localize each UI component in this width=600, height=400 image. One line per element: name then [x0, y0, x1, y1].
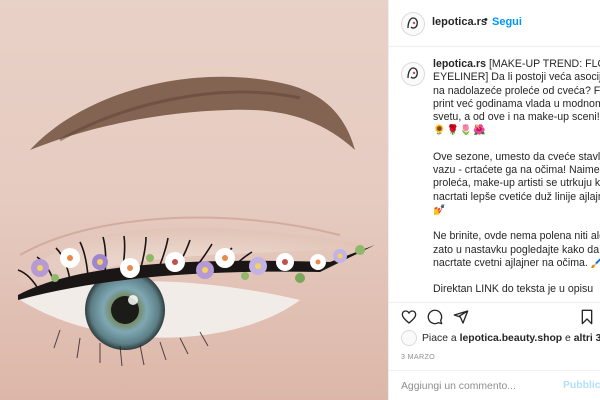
avatar[interactable] [401, 62, 425, 86]
post-date[interactable]: 3 MARZO [401, 352, 435, 361]
likes-middle: e [565, 332, 571, 344]
liker-avatar[interactable] [401, 330, 417, 346]
post-comment-button[interactable]: Pubblica [563, 380, 600, 391]
caption-paragraph: Ove sezone, umesto da cveće stavljate u … [433, 151, 600, 217]
separator-dot: • [484, 14, 488, 26]
caption-paragraph: Ne brinite, ovde nema polena niti alergi… [433, 230, 600, 270]
caption: lepotica.rs [MAKE-UP TREND: FLORAL EYELI… [389, 58, 600, 302]
logo-icon [407, 67, 418, 79]
nail-emoji: 💅 [433, 204, 447, 216]
share-icon[interactable] [453, 309, 469, 325]
instagram-post: lepotica.rs • Segui lepotica.rs [MAKE-UP… [0, 0, 600, 400]
caption-para4: Direktan LINK do teksta je u opisu [433, 283, 594, 296]
post-panel: lepotica.rs • Segui lepotica.rs [MAKE-UP… [388, 0, 600, 400]
caption-para2: Ove sezone, umesto da cveće stavljate u … [433, 150, 600, 203]
post-header: lepotica.rs • Segui [389, 0, 600, 47]
action-bar: Piace a lepotica.beauty.shop e altri 33 … [389, 302, 600, 371]
post-photo[interactable] [0, 0, 388, 400]
avatar[interactable] [401, 12, 425, 36]
eye-makeup-image [0, 0, 388, 400]
caption-paragraph: Direktan LINK do teksta je u opisu [433, 283, 600, 296]
username-link[interactable]: lepotica.rs [432, 16, 487, 28]
logo-icon [407, 17, 418, 29]
caption-paragraph: lepotica.rs [MAKE-UP TREND: FLORAL EYELI… [433, 58, 600, 138]
heart-icon[interactable] [401, 309, 417, 325]
likes-others[interactable]: altri 33 [574, 333, 600, 344]
comment-icon[interactable] [427, 309, 443, 325]
follow-button[interactable]: Segui [492, 16, 522, 28]
likes-prefix: Piace a [422, 332, 457, 344]
caption-text: lepotica.rs [MAKE-UP TREND: FLORAL EYELI… [433, 58, 600, 302]
brush-emoji: 🖌️ [591, 258, 600, 269]
caption-username[interactable]: lepotica.rs [433, 58, 486, 70]
bookmark-icon[interactable] [579, 309, 595, 325]
comment-box: Pubblica [389, 370, 600, 400]
comment-input[interactable] [401, 379, 551, 393]
liker-username[interactable]: lepotica.beauty.shop [460, 333, 563, 344]
likes-line: Piace a lepotica.beauty.shop e altri 33 [401, 330, 600, 346]
caption-para3: Ne brinite, ovde nema polena niti alergi… [433, 230, 600, 269]
